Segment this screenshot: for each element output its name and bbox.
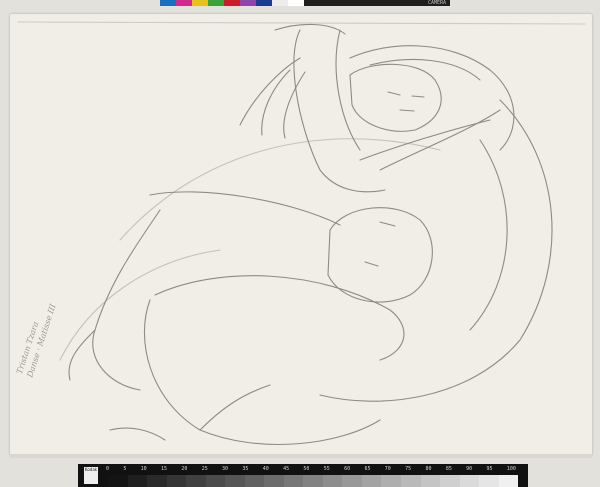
- gray-patch: [244, 475, 265, 487]
- foot-outline: [109, 427, 166, 441]
- scale-tick-label: 55: [323, 466, 330, 472]
- scale-tick-label: 75: [405, 466, 412, 472]
- gray-patch: [186, 475, 206, 487]
- scale-brand-label: Kodak: [84, 467, 98, 484]
- gray-patch: [440, 475, 460, 487]
- scale-tick-label: 80: [425, 466, 432, 472]
- hair-stroke: [369, 58, 481, 81]
- mouth: [399, 109, 415, 112]
- eye: [379, 221, 396, 227]
- scale-tick-label: 65: [364, 466, 371, 472]
- hand-stroke: [261, 69, 291, 136]
- hand-stroke: [239, 57, 301, 126]
- gray-patch: [361, 475, 382, 487]
- scale-tick-label: 5: [123, 466, 127, 472]
- gray-patch: [322, 475, 343, 487]
- gray-patch: [400, 475, 421, 487]
- leg-outline: [143, 299, 381, 445]
- scale-tick-label: 40: [262, 466, 269, 472]
- raised-arm: [274, 23, 346, 35]
- gray-patch: [108, 475, 128, 487]
- gray-patch: [381, 475, 401, 487]
- scale-tick-label: 45: [283, 466, 290, 472]
- gray-patches: [108, 475, 519, 487]
- scale-tick-label: 15: [161, 466, 168, 472]
- eye: [387, 91, 401, 96]
- gray-patch: [303, 475, 323, 487]
- scale-tick-label: 35: [242, 466, 249, 472]
- hair-stroke: [349, 45, 515, 151]
- gray-patch: [166, 475, 187, 487]
- hair-stroke: [379, 109, 501, 171]
- gray-patch: [147, 475, 167, 487]
- scale-tick-label: 50: [303, 466, 310, 472]
- scale-tick-label: 95: [486, 466, 493, 472]
- scale-tick-label: 70: [384, 466, 391, 472]
- leg-outline: [199, 384, 271, 431]
- leg-outline: [149, 191, 341, 226]
- body-outline: [319, 99, 553, 402]
- scale-tick-label: 85: [445, 466, 452, 472]
- gray-patch: [283, 475, 304, 487]
- scale-ticks: 0 5 10 15 20 25 30 35 40 45 50 55 60 65 70 75 80 85 90 95 10…: [106, 466, 516, 474]
- gray-patch: [459, 475, 480, 487]
- face-outline: [349, 63, 442, 132]
- gray-patch: [479, 475, 499, 487]
- scale-tick-label: 100: [506, 466, 516, 472]
- grayscale-scale-bar: Kodak 0 5 10 15 20 25 30 35 40 45 50 55 60 65 70 75 80 85…: [78, 464, 528, 487]
- ruled-line: [17, 21, 586, 25]
- body-outline: [469, 139, 508, 331]
- gray-patch: [127, 475, 148, 487]
- pencil-drawing: [17, 21, 586, 445]
- raised-arm: [335, 29, 361, 151]
- scale-tick-label: 10: [140, 466, 147, 472]
- gray-patch: [264, 475, 284, 487]
- leg-outline: [154, 275, 405, 361]
- gray-patch: [225, 475, 245, 487]
- gray-patch: [420, 475, 441, 487]
- gray-patch: [205, 475, 226, 487]
- scale-tick-label: 60: [344, 466, 351, 472]
- scale-tick-label: 25: [201, 466, 208, 472]
- scale-tick-label: 90: [466, 466, 473, 472]
- gray-patch: [342, 475, 362, 487]
- scale-tick-label: 0: [106, 466, 110, 472]
- raised-arm: [293, 29, 386, 193]
- scale-tick-label: 20: [181, 466, 188, 472]
- construction-line: [59, 249, 221, 361]
- scale-tick-label: 30: [222, 466, 229, 472]
- gray-patch: [498, 475, 519, 487]
- eye: [411, 95, 425, 98]
- eye: [364, 261, 379, 267]
